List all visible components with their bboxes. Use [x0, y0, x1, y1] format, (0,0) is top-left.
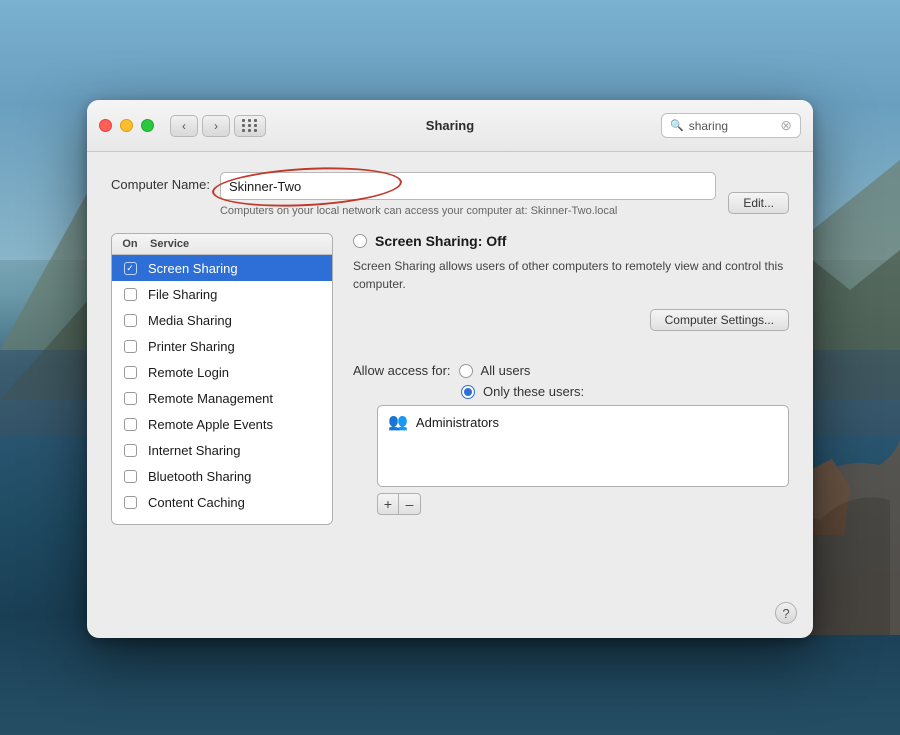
services-panel: On Service ✓ Screen Sharing [111, 233, 333, 525]
status-title: Screen Sharing: Off [375, 233, 506, 249]
col-service-header: Service [148, 238, 332, 250]
checkbox-remote-apple-events[interactable] [124, 418, 137, 431]
service-item-file-sharing[interactable]: File Sharing [112, 281, 332, 307]
service-name-media-sharing: Media Sharing [148, 313, 332, 328]
col-on-header: On [112, 238, 148, 250]
checkbox-internet-sharing[interactable] [124, 444, 137, 457]
service-item-remote-management[interactable]: Remote Management [112, 385, 332, 411]
name-field-wrapper: Computers on your local network can acce… [220, 172, 716, 219]
service-item-internet-sharing[interactable]: Internet Sharing [112, 437, 332, 463]
service-name-remote-login: Remote Login [148, 365, 332, 380]
service-name-bluetooth-sharing: Bluetooth Sharing [148, 469, 332, 484]
user-name: Administrators [416, 415, 499, 430]
service-checkbox-remote-login[interactable] [112, 366, 148, 379]
only-these-users-label: Only these users: [483, 384, 584, 399]
checkbox-content-caching[interactable] [124, 496, 137, 509]
service-name-remote-apple-events: Remote Apple Events [148, 417, 332, 432]
service-checkbox-remote-management[interactable] [112, 392, 148, 405]
computer-name-row: Computer Name: Computers on your local n… [111, 172, 789, 219]
grid-button[interactable] [234, 115, 266, 137]
service-item-printer-sharing[interactable]: Printer Sharing [112, 333, 332, 359]
all-users-label: All users [481, 363, 531, 378]
users-list-item[interactable]: 👥 Administrators [378, 406, 788, 438]
maximize-button[interactable] [141, 119, 154, 132]
status-row: Screen Sharing: Off [353, 233, 789, 249]
checkbox-file-sharing[interactable] [124, 288, 137, 301]
search-box[interactable]: 🔍 sharing ⊗ [661, 113, 801, 138]
search-icon: 🔍 [670, 119, 684, 132]
minimize-button[interactable] [120, 119, 133, 132]
remove-user-button[interactable]: – [399, 493, 421, 515]
chevron-right-icon: › [214, 119, 218, 133]
service-checkbox-internet-sharing[interactable] [112, 444, 148, 457]
search-clear-icon[interactable]: ⊗ [780, 117, 792, 134]
status-radio[interactable] [353, 234, 367, 248]
forward-button[interactable]: › [202, 115, 230, 137]
users-list: 👥 Administrators [378, 406, 788, 486]
service-name-internet-sharing: Internet Sharing [148, 443, 332, 458]
allow-access-row: Allow access for: All users [353, 363, 789, 378]
close-button[interactable] [99, 119, 112, 132]
checkbox-printer-sharing[interactable] [124, 340, 137, 353]
only-these-users-radio[interactable] [461, 385, 475, 399]
titlebar: ‹ › Sharing 🔍 sharing ⊗ [87, 100, 813, 152]
service-checkbox-bluetooth-sharing[interactable] [112, 470, 148, 483]
service-checkbox-content-caching[interactable] [112, 496, 148, 509]
users-list-container: 👥 Administrators [377, 405, 789, 487]
service-name-file-sharing: File Sharing [148, 287, 332, 302]
computer-name-label: Computer Name: [111, 177, 210, 192]
computer-name-input[interactable] [220, 172, 716, 200]
right-panel: Screen Sharing: Off Screen Sharing allow… [333, 233, 789, 525]
service-item-screen-sharing[interactable]: ✓ Screen Sharing [112, 255, 332, 281]
search-value: sharing [689, 119, 776, 133]
panel-area: On Service ✓ Screen Sharing [111, 233, 789, 525]
traffic-lights [99, 119, 154, 132]
service-name-printer-sharing: Printer Sharing [148, 339, 332, 354]
service-checkbox-remote-apple-events[interactable] [112, 418, 148, 431]
checkbox-remote-management[interactable] [124, 392, 137, 405]
allow-access-label: Allow access for: [353, 363, 451, 378]
checkbox-remote-login[interactable] [124, 366, 137, 379]
service-name-screen-sharing: Screen Sharing [148, 261, 332, 276]
service-item-content-caching[interactable]: Content Caching [112, 489, 332, 515]
service-name-content-caching: Content Caching [148, 495, 332, 510]
services-header: On Service [112, 234, 332, 255]
main-window: ‹ › Sharing 🔍 sharing ⊗ Computer Name: [87, 100, 813, 638]
status-description: Screen Sharing allows users of other com… [353, 257, 789, 293]
service-item-remote-login[interactable]: Remote Login [112, 359, 332, 385]
users-group-icon: 👥 [388, 412, 408, 432]
all-users-radio[interactable] [459, 364, 473, 378]
service-name-remote-management: Remote Management [148, 391, 332, 406]
checkbox-bluetooth-sharing[interactable] [124, 470, 137, 483]
access-section: Allow access for: All users Only these u… [353, 363, 789, 515]
edit-button[interactable]: Edit... [728, 192, 789, 214]
check-icon: ✓ [126, 264, 134, 273]
chevron-left-icon: ‹ [182, 119, 186, 133]
service-item-media-sharing[interactable]: Media Sharing [112, 307, 332, 333]
service-checkbox-printer-sharing[interactable] [112, 340, 148, 353]
help-button[interactable]: ? [775, 602, 797, 624]
nav-buttons: ‹ › [170, 115, 230, 137]
service-checkbox-file-sharing[interactable] [112, 288, 148, 301]
only-these-users-row: Only these users: [461, 384, 789, 399]
content-area: Computer Name: Computers on your local n… [87, 152, 813, 545]
checkbox-media-sharing[interactable] [124, 314, 137, 327]
checkbox-screen-sharing[interactable]: ✓ [124, 262, 137, 275]
service-checkbox-screen-sharing[interactable]: ✓ [112, 262, 148, 275]
grid-icon [242, 119, 258, 132]
add-remove-row: + – [377, 493, 789, 515]
computer-settings-button[interactable]: Computer Settings... [650, 309, 789, 331]
service-checkbox-media-sharing[interactable] [112, 314, 148, 327]
window-title: Sharing [426, 118, 474, 133]
add-user-button[interactable]: + [377, 493, 399, 515]
service-list: ✓ Screen Sharing File Sharing [112, 255, 332, 515]
back-button[interactable]: ‹ [170, 115, 198, 137]
computer-name-subtext: Computers on your local network can acce… [220, 204, 716, 219]
service-item-bluetooth-sharing[interactable]: Bluetooth Sharing [112, 463, 332, 489]
service-item-remote-apple-events[interactable]: Remote Apple Events [112, 411, 332, 437]
